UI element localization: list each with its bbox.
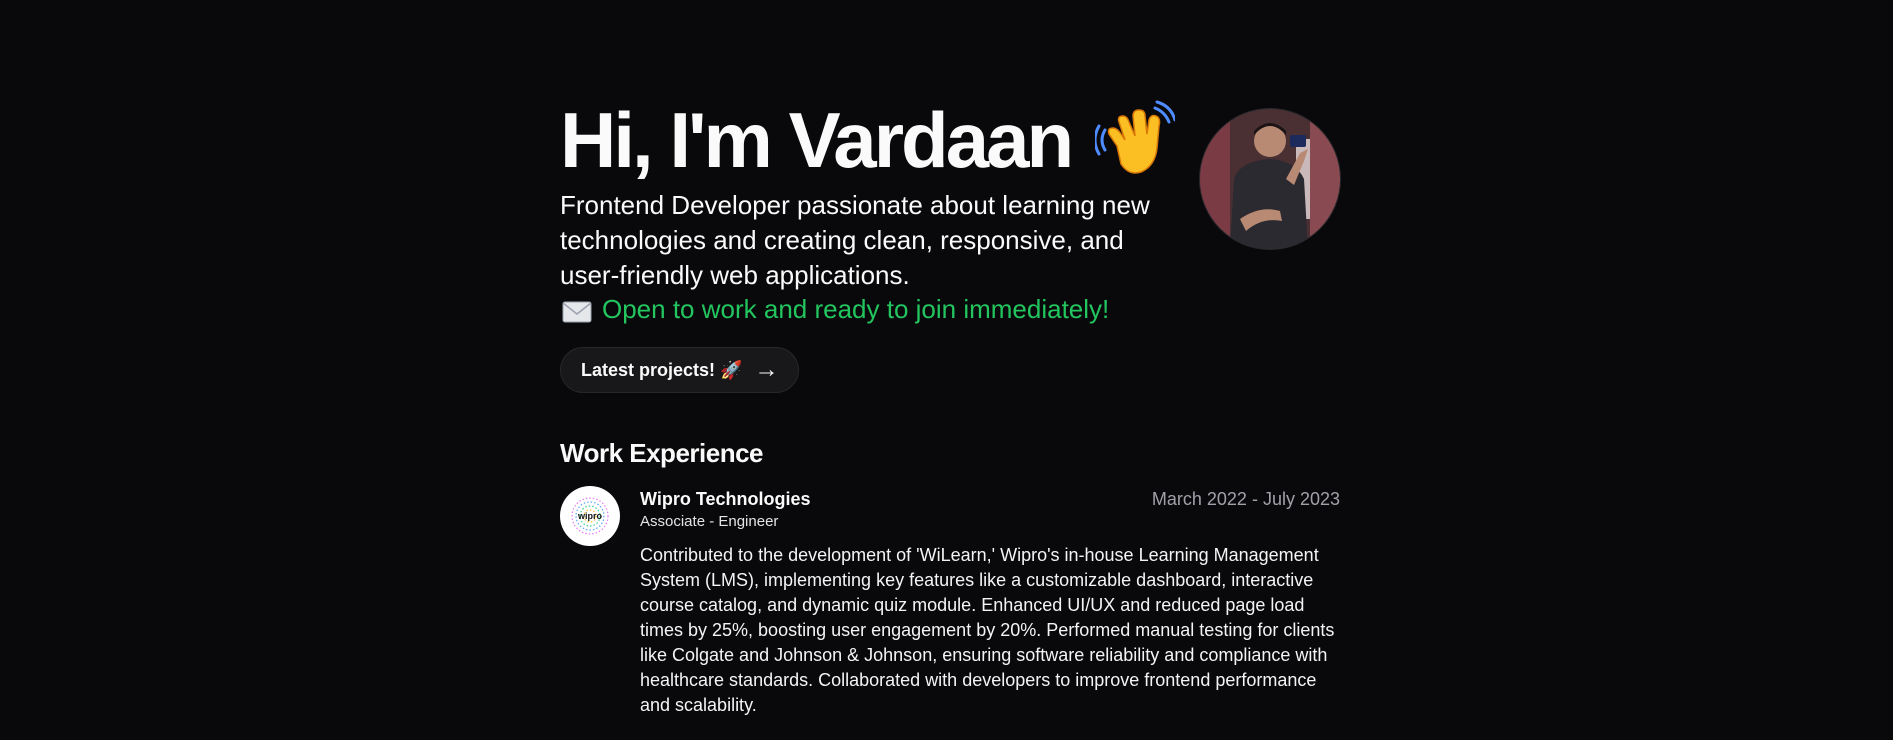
hero-section: Hi, I'm Vardaan Frontend Developer passi… (560, 0, 1340, 400)
hero-title-text: Hi, I'm Vardaan (560, 96, 1074, 184)
job-role: Associate - Engineer (640, 513, 779, 530)
job-description: Contributed to the development of 'WiLea… (640, 545, 1335, 715)
work-experience-title: Work Experience (560, 438, 764, 468)
availability-text: Open to work and ready to join immediate… (602, 294, 1110, 324)
portfolio-container: Hi, I'm Vardaan Frontend Developer passi… (560, 0, 1340, 715)
job-dates: March 2022 - July 2023 (1151, 489, 1340, 509)
page-title: Hi, I'm Vardaan (560, 96, 1177, 184)
company-name: Wipro Technologies (640, 489, 811, 509)
arrow-right-icon: → (754, 356, 779, 383)
company-logo: wipro (560, 486, 620, 546)
envelope-icon (562, 299, 592, 322)
company-logo-text: wipro (577, 511, 603, 521)
latest-projects-button[interactable]: Latest projects! 🚀 → (560, 347, 800, 393)
availability-status: Open to work and ready to join immediate… (562, 294, 1109, 325)
waving-hand-icon (1093, 100, 1177, 180)
hero-tagline: Frontend Developer passionate about lear… (560, 190, 1150, 290)
avatar (1200, 109, 1340, 249)
latest-projects-label: Latest projects! 🚀 (581, 359, 743, 380)
